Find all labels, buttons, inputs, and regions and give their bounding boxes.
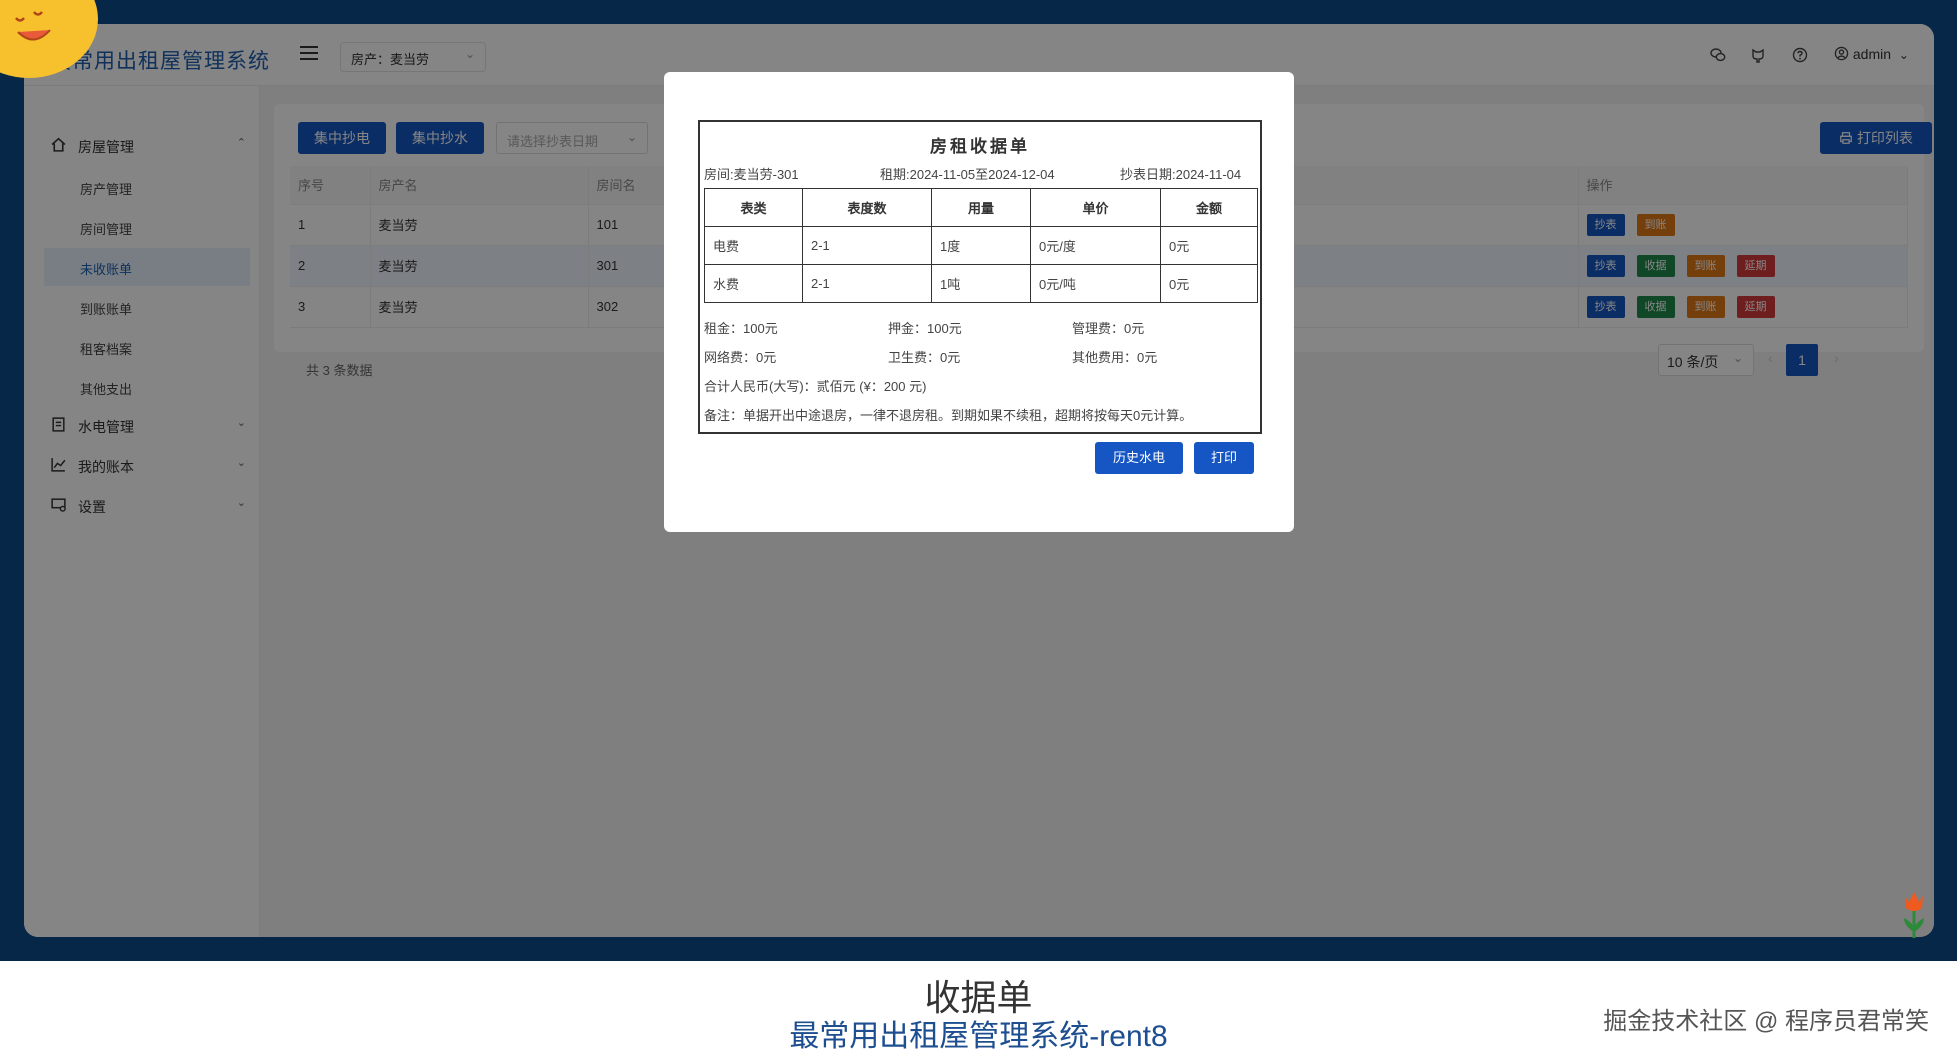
fee-col-header: 表类	[704, 188, 803, 227]
clean-fee-value: 卫生费：0元	[888, 350, 961, 365]
history-utilities-button[interactable]: 历史水电	[1095, 442, 1183, 474]
receipt-modal: 房租收据单 房间:麦当劳-301 租期:2024-11-05至2024-12-0…	[664, 72, 1294, 532]
fee-cell: 0元	[1160, 226, 1258, 265]
fee-col-header: 金额	[1160, 188, 1258, 227]
fee-table: 表类 表度数 用量 单价 金额 电费 2-1 1度 0元/度 0元 水费 2-1…	[704, 188, 1258, 303]
receipt-note: 备注：单据开出中途退房，一律不退房租。到期如果不续租，超期将按每天0元计算。	[704, 408, 1193, 423]
fee-cell: 0元/吨	[1030, 264, 1161, 303]
net-fee-value: 网络费：0元	[704, 350, 777, 365]
watermark: 掘金技术社区 @ 程序员君常笑	[1603, 1008, 1929, 1035]
receipt-title: 房租收据单	[930, 137, 1030, 156]
fee-cell: 1度	[931, 226, 1031, 265]
fee-cell: 1吨	[931, 264, 1031, 303]
fee-cell: 电费	[704, 226, 803, 265]
total-amount: 合计人民币(大写)：贰佰元 (¥：200 元)	[704, 379, 927, 394]
fee-col-header: 表度数	[802, 188, 932, 227]
rent-value: 租金：100元	[704, 321, 778, 336]
receipt-room: 房间:麦当劳-301	[704, 167, 799, 182]
receipt-period: 租期:2024-11-05至2024-12-04	[880, 167, 1055, 182]
fee-cell: 0元/度	[1030, 226, 1161, 265]
other-fee-value: 其他费用：0元	[1072, 350, 1158, 365]
fee-header-row: 表类 表度数 用量 单价 金额	[704, 188, 1258, 227]
fee-cell: 2-1	[802, 226, 932, 265]
deposit-value: 押金：100元	[888, 321, 962, 336]
fee-col-header: 用量	[931, 188, 1031, 227]
smile-icon	[15, 11, 51, 41]
fee-cell: 2-1	[802, 264, 932, 303]
fee-row: 电费 2-1 1度 0元/度 0元	[704, 226, 1258, 265]
tulip-decoration	[1904, 892, 1924, 938]
receipt-sheet: 房租收据单 房间:麦当劳-301 租期:2024-11-05至2024-12-0…	[698, 120, 1262, 434]
mgmt-fee-value: 管理费：0元	[1072, 321, 1145, 336]
caption-bar: 收据单 最常用出租屋管理系统-rent8 掘金技术社区 @ 程序员君常笑	[0, 961, 1957, 1058]
fee-cell: 水费	[704, 264, 803, 303]
fee-cell: 0元	[1160, 264, 1258, 303]
fee-col-header: 单价	[1030, 188, 1161, 227]
print-button[interactable]: 打印	[1194, 442, 1254, 474]
receipt-read-date: 抄表日期:2024-11-04	[1120, 167, 1242, 182]
fee-row: 水费 2-1 1吨 0元/吨 0元	[704, 264, 1258, 303]
